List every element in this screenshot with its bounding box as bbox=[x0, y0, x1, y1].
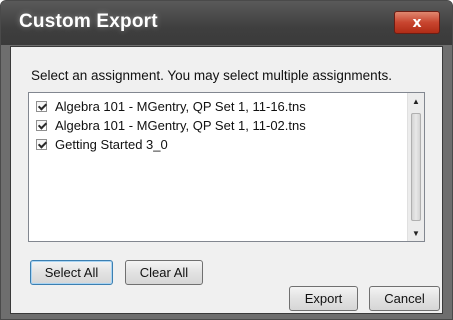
scroll-thumb[interactable] bbox=[411, 113, 421, 221]
list-item[interactable]: Algebra 101 - MGentry, QP Set 1, 11-02.t… bbox=[29, 117, 407, 134]
dialog-title: Custom Export bbox=[19, 11, 158, 32]
clear-all-button[interactable]: Clear All bbox=[125, 260, 203, 285]
close-button[interactable]: x bbox=[394, 11, 440, 34]
custom-export-dialog: Custom Export x Select an assignment. Yo… bbox=[0, 0, 453, 320]
checkbox[interactable] bbox=[36, 139, 47, 150]
vertical-scrollbar[interactable]: ▲ ▼ bbox=[407, 93, 424, 241]
list-item-label: Algebra 101 - MGentry, QP Set 1, 11-16.t… bbox=[55, 99, 306, 114]
scroll-up-icon[interactable]: ▲ bbox=[408, 93, 424, 109]
export-button[interactable]: Export bbox=[289, 286, 358, 311]
instruction-text: Select an assignment. You may select mul… bbox=[31, 68, 392, 83]
title-bar[interactable]: Custom Export x bbox=[1, 1, 452, 45]
list-item[interactable]: Algebra 101 - MGentry, QP Set 1, 11-16.t… bbox=[29, 98, 407, 115]
assignment-list-items: Algebra 101 - MGentry, QP Set 1, 11-16.t… bbox=[29, 93, 407, 241]
checkbox[interactable] bbox=[36, 120, 47, 131]
dialog-content: Select an assignment. You may select mul… bbox=[10, 46, 443, 314]
cancel-button[interactable]: Cancel bbox=[369, 286, 440, 311]
close-icon: x bbox=[412, 14, 422, 31]
list-item[interactable]: Getting Started 3_0 bbox=[29, 136, 407, 153]
list-item-label: Algebra 101 - MGentry, QP Set 1, 11-02.t… bbox=[55, 118, 306, 133]
select-all-button[interactable]: Select All bbox=[30, 260, 113, 285]
scroll-down-icon[interactable]: ▼ bbox=[408, 225, 424, 241]
assignment-list[interactable]: Algebra 101 - MGentry, QP Set 1, 11-16.t… bbox=[28, 92, 425, 242]
list-item-label: Getting Started 3_0 bbox=[55, 137, 168, 152]
checkbox[interactable] bbox=[36, 101, 47, 112]
